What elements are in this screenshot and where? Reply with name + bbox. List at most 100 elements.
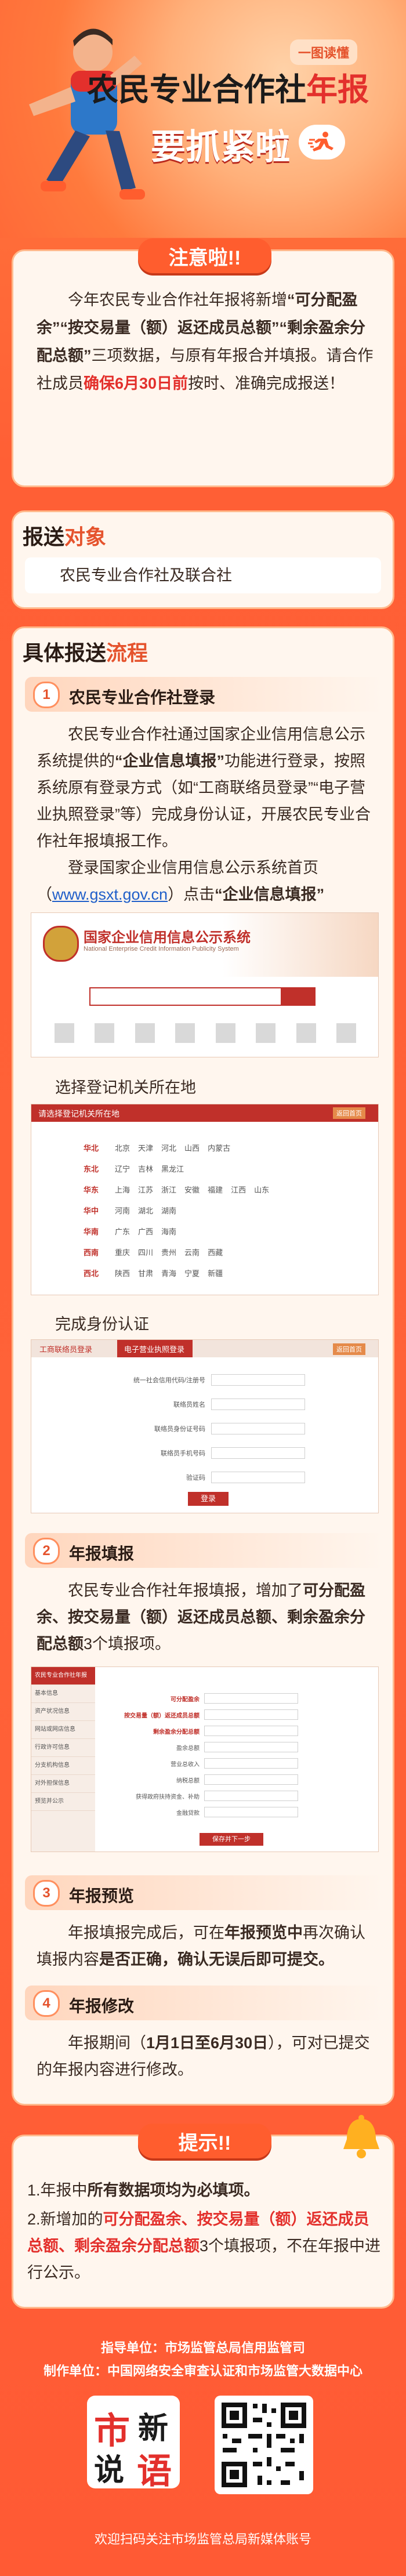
region-option[interactable]: 新疆 — [208, 1267, 223, 1278]
report-field-input[interactable] — [204, 1709, 298, 1720]
gsxt-search-input[interactable] — [89, 987, 283, 1006]
process-title-a: 具体报送 — [23, 641, 107, 665]
step1-paragraph1: 农民专业合作社通过国家企业信用信息公示系统提供的“企业信息填报”功能进行登录，按… — [37, 721, 373, 854]
report-field-label: 按交易量（额）返还成员总额 — [124, 1712, 200, 1719]
region-row: 东北 辽宁 吉林 黑龙江 — [84, 1158, 339, 1179]
region-row: 西北 陕西 甘肃 青海 宁夏 新疆 — [84, 1262, 339, 1283]
auth-back-button[interactable]: 返回首页 — [333, 1343, 365, 1355]
region-option[interactable]: 山西 — [184, 1142, 200, 1153]
region-option[interactable]: 宁夏 — [184, 1267, 200, 1278]
region-back-button[interactable]: 返回首页 — [333, 1107, 365, 1119]
region-option[interactable]: 江苏 — [138, 1184, 153, 1195]
logo-char-2: 新 — [138, 2412, 169, 2445]
entry-icon[interactable] — [135, 1023, 155, 1043]
step2-paragraph: 农民专业合作社年报填报，增加了可分配盈余、按交易量（额）返还成员总额、剩余盈余分… — [37, 1577, 373, 1657]
region-option[interactable]: 天津 — [138, 1142, 153, 1153]
target-card: 报送对象 农民专业合作社及联合社 — [12, 510, 394, 609]
entry-icon[interactable] — [336, 1023, 356, 1043]
report-menu-item[interactable]: 对外担保信息 — [31, 1775, 95, 1793]
gsxt-link[interactable]: www.gsxt.gov.cn — [52, 886, 168, 903]
entry-icon[interactable] — [296, 1023, 316, 1043]
report-field-input[interactable] — [204, 1742, 298, 1752]
region-option[interactable]: 安徽 — [184, 1184, 200, 1195]
report-menu-item[interactable]: 分支机构信息 — [31, 1757, 95, 1775]
step4-paragraph: 年报期间（1月1日至6月30日），可对已提交的年报内容进行修改。 — [37, 2030, 373, 2083]
report-field-input[interactable] — [204, 1693, 298, 1704]
auth-label: 联络员姓名 — [173, 1401, 205, 1408]
report-field-row: 按交易量（额）返还成员总额 — [107, 1707, 368, 1723]
region-option[interactable]: 青海 — [161, 1267, 176, 1278]
notice-title: 注意啦!! — [138, 238, 271, 273]
report-field-label: 剩余盈余分配总额 — [153, 1729, 200, 1736]
auth-input[interactable] — [211, 1447, 305, 1459]
auth-input[interactable] — [211, 1472, 305, 1483]
logo-char-3: 说 — [94, 2454, 125, 2487]
login-button[interactable]: 登录 — [188, 1492, 229, 1506]
region-option[interactable]: 广东 — [115, 1226, 130, 1237]
region-option[interactable]: 吉林 — [138, 1163, 153, 1174]
region-option[interactable]: 江西 — [231, 1184, 246, 1195]
report-menu-item[interactable]: 网站或网店信息 — [31, 1721, 95, 1739]
region-option[interactable]: 广西 — [138, 1226, 153, 1237]
region-option[interactable]: 辽宁 — [115, 1163, 130, 1174]
region-option[interactable]: 海南 — [161, 1226, 176, 1237]
report-field-row: 纳税总额 — [107, 1771, 368, 1788]
save-next-button[interactable]: 保存并下一步 — [200, 1833, 263, 1846]
region-option[interactable]: 内蒙古 — [208, 1142, 230, 1153]
tab-contact-login[interactable]: 工商联络员登录 — [39, 1343, 92, 1354]
tip-2: 2.新增加的可分配盈余、按交易量（额）返还成员总额、剩余盈余分配总额3个填报项，… — [27, 2206, 381, 2286]
region-option[interactable]: 福建 — [208, 1184, 223, 1195]
region-option[interactable]: 山东 — [254, 1184, 269, 1195]
tab-elicense-login[interactable]: 电子营业执照登录 — [124, 1343, 184, 1354]
entry-icon[interactable] — [175, 1023, 195, 1043]
report-field-input[interactable] — [204, 1758, 298, 1769]
running-man-icon — [299, 125, 345, 160]
report-menu-item[interactable]: 基本信息 — [31, 1685, 95, 1703]
region-group-label: 华中 — [84, 1206, 99, 1215]
report-field-input[interactable] — [204, 1774, 298, 1785]
report-menu-item[interactable]: 行政许可信息 — [31, 1739, 95, 1757]
region-option[interactable]: 湖南 — [161, 1205, 176, 1216]
auth-input[interactable] — [211, 1398, 305, 1410]
region-option[interactable]: 黑龙江 — [161, 1163, 184, 1174]
step2-pc: 3个填报项。 — [84, 1635, 171, 1653]
region-option[interactable]: 浙江 — [161, 1184, 176, 1195]
region-option[interactable]: 上海 — [115, 1184, 130, 1195]
report-field-row: 盈余总额 — [107, 1739, 368, 1755]
region-option[interactable]: 四川 — [138, 1247, 153, 1258]
report-field-row: 金融贷款 — [107, 1804, 368, 1820]
region-option[interactable]: 西藏 — [208, 1247, 223, 1258]
region-option[interactable]: 重庆 — [115, 1247, 130, 1258]
tip-1b: 所有数据项均为必填项。 — [87, 2182, 260, 2199]
region-option[interactable]: 云南 — [184, 1247, 200, 1258]
report-field-input[interactable] — [204, 1726, 298, 1736]
national-emblem-icon — [43, 926, 79, 962]
region-option[interactable]: 湖北 — [138, 1205, 153, 1216]
region-option[interactable]: 河北 — [161, 1142, 176, 1153]
auth-input[interactable] — [211, 1374, 305, 1386]
step3-pb: 年报预览中 — [224, 1924, 303, 1941]
region-group-label: 西北 — [84, 1269, 99, 1278]
report-menu-item[interactable]: 资产状况信息 — [31, 1703, 95, 1721]
tip-1: 1.年报中所有数据项均为必填项。 — [27, 2177, 381, 2204]
report-field-label: 纳税总额 — [176, 1777, 200, 1784]
auth-input[interactable] — [211, 1423, 305, 1434]
tip-2a: 2.新增加的 — [27, 2211, 103, 2228]
region-option[interactable]: 北京 — [115, 1142, 130, 1153]
step1-paragraph2: 登录国家企业信用信息公示系统首页（www.gsxt.gov.cn）点击“企业信息… — [37, 854, 373, 908]
region-option[interactable]: 贵州 — [161, 1247, 176, 1258]
gsxt-search-button[interactable] — [281, 987, 316, 1006]
entry-icon[interactable] — [256, 1023, 276, 1043]
entry-icon[interactable] — [55, 1023, 74, 1043]
report-menu-item[interactable]: 农民专业合作社年报 — [31, 1667, 95, 1685]
entry-icon[interactable] — [215, 1023, 235, 1043]
region-option[interactable]: 河南 — [115, 1205, 130, 1216]
entry-icon[interactable] — [95, 1023, 115, 1043]
report-field-input[interactable] — [204, 1791, 298, 1801]
region-option[interactable]: 甘肃 — [138, 1267, 153, 1278]
region-group-label: 华南 — [84, 1227, 99, 1236]
report-menu: 农民专业合作社年报 基本信息 资产状况信息 网站或网店信息 行政许可信息 分支机构信息 对外… — [31, 1667, 95, 1852]
report-field-input[interactable] — [204, 1807, 298, 1817]
report-menu-item[interactable]: 预览并公示 — [31, 1793, 95, 1811]
region-option[interactable]: 陕西 — [115, 1267, 130, 1278]
